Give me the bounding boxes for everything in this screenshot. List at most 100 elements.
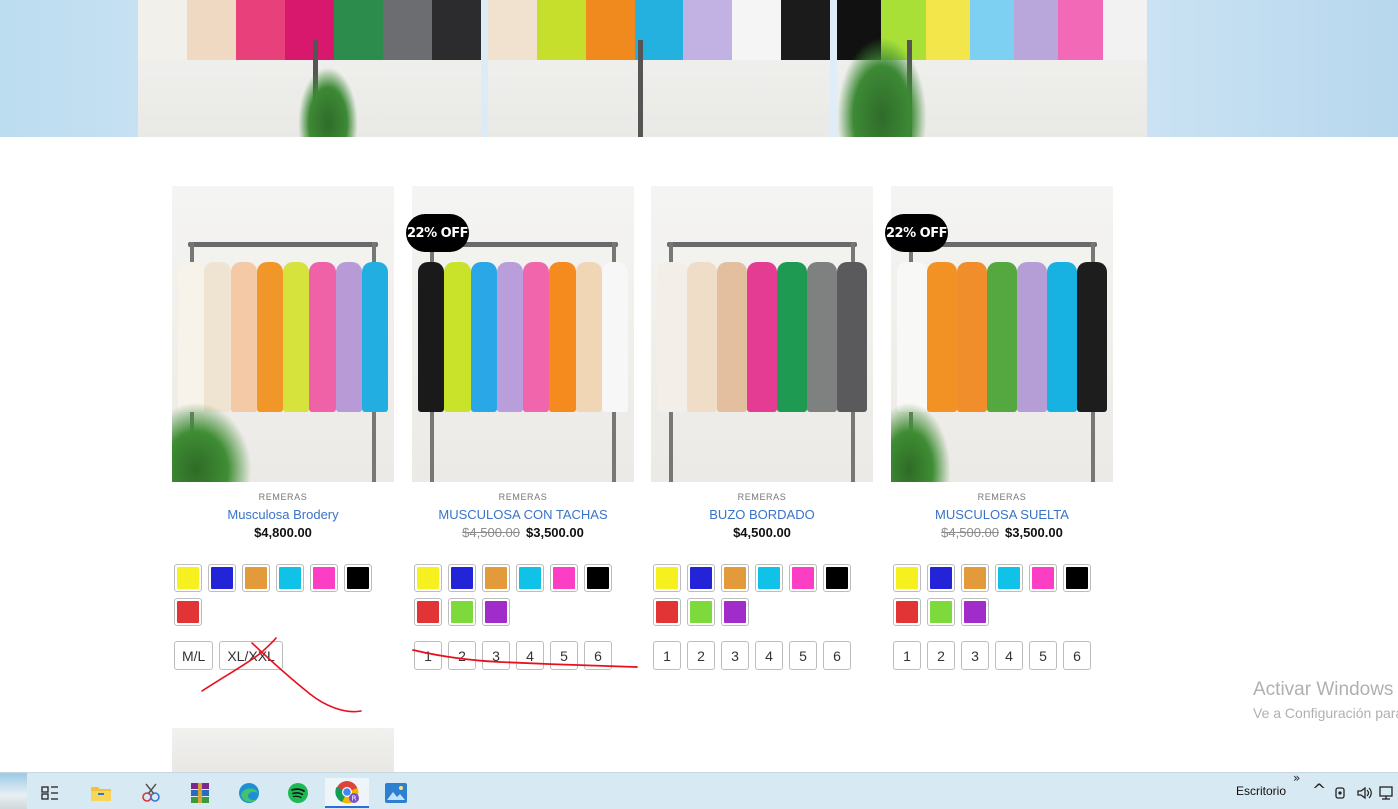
color-swatch[interactable] <box>482 598 510 626</box>
color-swatches <box>653 564 873 626</box>
photos-icon[interactable] <box>376 778 416 808</box>
color-swatch[interactable] <box>687 564 715 592</box>
color-swatch[interactable] <box>789 564 817 592</box>
color-swatch[interactable] <box>414 564 442 592</box>
product-name-link[interactable]: BUZO BORDADO <box>651 507 873 522</box>
color-swatch-fill <box>964 567 986 589</box>
color-swatch[interactable] <box>208 564 236 592</box>
color-swatch-fill <box>417 601 439 623</box>
tray-expand-chevron-icon[interactable]: ^ <box>1312 781 1326 801</box>
product-price: $4,500.00 $3,500.00 <box>412 525 634 540</box>
color-swatch[interactable] <box>584 564 612 592</box>
size-option[interactable]: 1 <box>653 641 681 670</box>
color-swatch[interactable] <box>653 598 681 626</box>
color-swatch[interactable] <box>893 564 921 592</box>
color-swatch[interactable] <box>823 564 851 592</box>
size-option[interactable]: 3 <box>482 641 510 670</box>
color-swatch[interactable] <box>414 598 442 626</box>
color-swatch-fill <box>347 567 369 589</box>
product-image-next-row[interactable] <box>172 728 394 778</box>
garment <box>837 262 867 412</box>
current-price: $3,500.00 <box>526 525 584 540</box>
product-name-link[interactable]: Musculosa Brodery <box>172 507 394 522</box>
chrome-icon[interactable]: R <box>325 778 369 808</box>
color-swatch[interactable] <box>893 598 921 626</box>
color-swatch[interactable] <box>1063 564 1091 592</box>
size-option[interactable]: 3 <box>961 641 989 670</box>
color-swatch[interactable] <box>174 598 202 626</box>
garment <box>687 262 717 412</box>
size-option[interactable]: 6 <box>823 641 851 670</box>
color-swatch[interactable] <box>995 564 1023 592</box>
svg-text:R: R <box>352 795 357 803</box>
color-swatch[interactable] <box>961 598 989 626</box>
size-option[interactable]: M/L <box>174 641 214 670</box>
color-swatch[interactable] <box>482 564 510 592</box>
product-card-3[interactable]: REMERAS BUZO BORDADO $4,500.00 123456 <box>651 186 873 670</box>
color-swatch[interactable] <box>721 598 749 626</box>
size-option[interactable]: 4 <box>755 641 783 670</box>
desktop-preview-thumbnail[interactable] <box>0 773 27 809</box>
color-swatch[interactable] <box>448 564 476 592</box>
old-price: $4,500.00 <box>462 525 520 540</box>
product-image[interactable] <box>172 186 394 482</box>
garment <box>418 262 445 412</box>
task-view-icon[interactable] <box>30 778 70 808</box>
color-swatch[interactable] <box>242 564 270 592</box>
size-option[interactable]: 6 <box>1063 641 1091 670</box>
hero-banner <box>0 0 1398 137</box>
size-option[interactable]: 4 <box>995 641 1023 670</box>
size-option[interactable]: 3 <box>721 641 749 670</box>
color-swatch[interactable] <box>927 598 955 626</box>
color-swatch[interactable] <box>174 564 202 592</box>
spotify-icon[interactable] <box>278 778 318 808</box>
size-option[interactable]: 6 <box>584 641 612 670</box>
color-swatch[interactable] <box>721 564 749 592</box>
size-option[interactable]: XL/XXL <box>219 641 283 670</box>
page: REMERAS Musculosa Brodery $4,800.00 M/L X… <box>0 0 1398 809</box>
color-swatch[interactable] <box>1029 564 1057 592</box>
edge-icon[interactable] <box>229 778 269 808</box>
file-explorer-icon[interactable] <box>81 778 121 808</box>
color-swatch[interactable] <box>344 564 372 592</box>
color-swatches <box>414 564 634 626</box>
garment <box>657 262 687 412</box>
product-name-link[interactable]: MUSCULOSA SUELTA <box>891 507 1113 522</box>
product-image[interactable] <box>651 186 873 482</box>
color-swatch[interactable] <box>961 564 989 592</box>
color-swatch[interactable] <box>653 564 681 592</box>
size-option[interactable]: 1 <box>414 641 442 670</box>
color-swatch-fill <box>553 567 575 589</box>
size-option[interactable]: 2 <box>927 641 955 670</box>
color-swatch[interactable] <box>687 598 715 626</box>
color-swatch[interactable] <box>927 564 955 592</box>
color-swatch-fill <box>587 567 609 589</box>
garments-row <box>178 262 388 412</box>
size-option[interactable]: 4 <box>516 641 544 670</box>
color-swatch-fill <box>758 567 780 589</box>
old-price: $4,500.00 <box>941 525 999 540</box>
garment <box>178 262 205 412</box>
size-option[interactable]: 5 <box>789 641 817 670</box>
network-icon[interactable] <box>1374 778 1398 808</box>
winrar-icon[interactable] <box>180 778 220 808</box>
size-option[interactable]: 2 <box>448 641 476 670</box>
garment <box>204 262 231 412</box>
product-card-1[interactable]: REMERAS Musculosa Brodery $4,800.00 M/L X… <box>172 186 394 670</box>
color-swatch[interactable] <box>755 564 783 592</box>
size-option[interactable]: 5 <box>1029 641 1057 670</box>
color-swatch[interactable] <box>448 598 476 626</box>
color-swatch[interactable] <box>550 564 578 592</box>
product-category: REMERAS <box>737 492 787 502</box>
size-option[interactable]: 5 <box>550 641 578 670</box>
color-swatch[interactable] <box>310 564 338 592</box>
color-swatch[interactable] <box>276 564 304 592</box>
product-name-link[interactable]: MUSCULOSA CON TACHAS <box>412 507 634 522</box>
overflow-chevron-icon[interactable]: » <box>1293 771 1300 785</box>
size-option[interactable]: 1 <box>893 641 921 670</box>
color-swatch[interactable] <box>516 564 544 592</box>
desktop-toolbar-label[interactable]: Escritorio <box>1236 784 1286 798</box>
snipping-tool-icon[interactable] <box>131 778 171 808</box>
size-option[interactable]: 2 <box>687 641 715 670</box>
current-price: $4,800.00 <box>254 525 312 540</box>
